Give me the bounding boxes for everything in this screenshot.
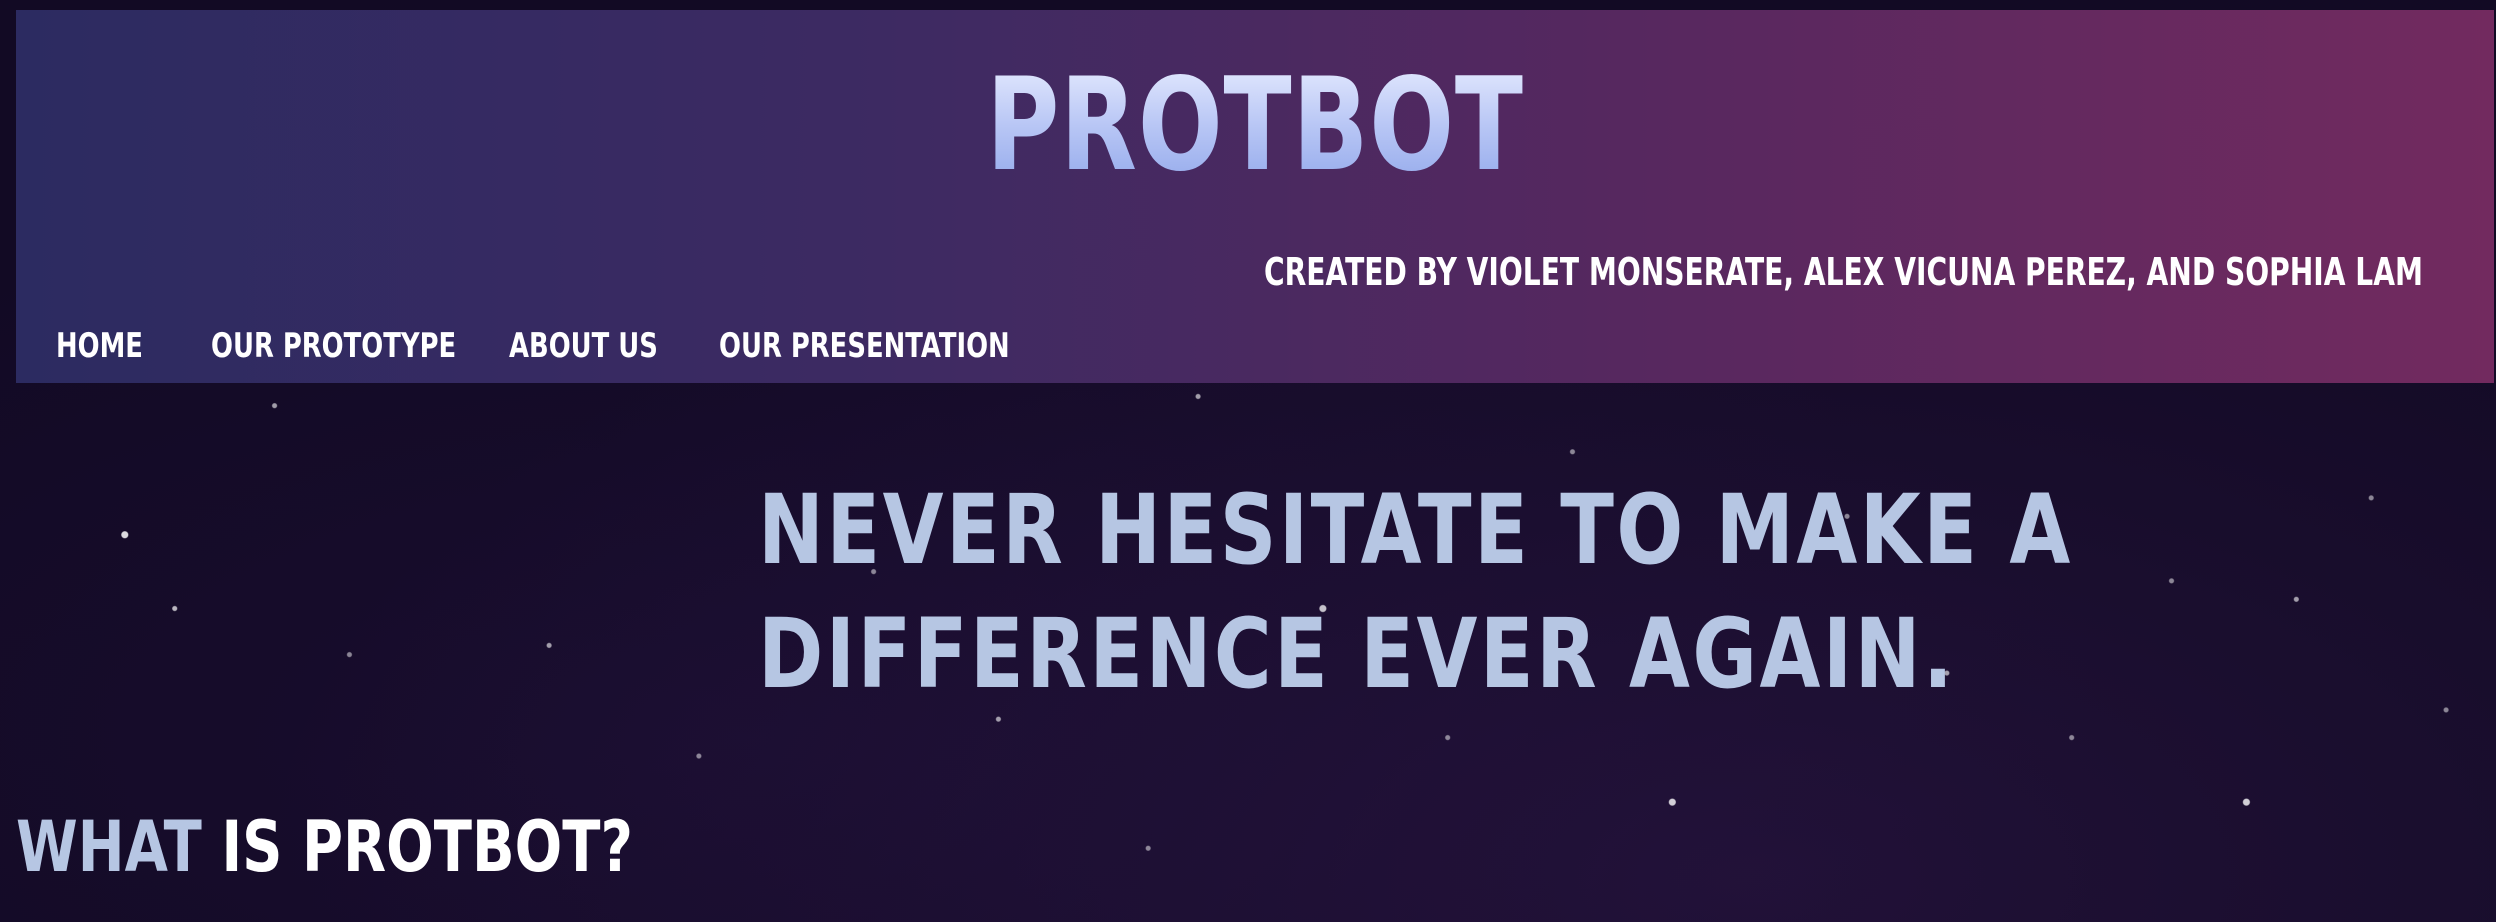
nav-home[interactable]: HOME [56, 326, 143, 366]
nav-our-presentation[interactable]: OUR PRESENTATION [719, 326, 1010, 366]
section-heading-accent: WHAT [16, 806, 202, 888]
site-header: PROTBOT CREATED BY VIOLET MONSERATE, ALE… [16, 10, 2494, 383]
credits-line: CREATED BY VIOLET MONSERATE, ALEX VICUNA… [1264, 250, 2423, 294]
site-title: PROTBOT [289, 56, 2222, 196]
section-heading-main: IS PROTBOT? [221, 806, 633, 888]
section-heading-what-is-protbot: WHAT IS PROTBOT? [16, 802, 633, 892]
nav-our-prototype[interactable]: OUR PROTOTYPE [211, 326, 456, 366]
hero-tagline: NEVER HESITATE TO MAKE A DIFFERENCE EVER… [758, 474, 2073, 710]
nav-about-us[interactable]: ABOUT US [509, 326, 658, 366]
